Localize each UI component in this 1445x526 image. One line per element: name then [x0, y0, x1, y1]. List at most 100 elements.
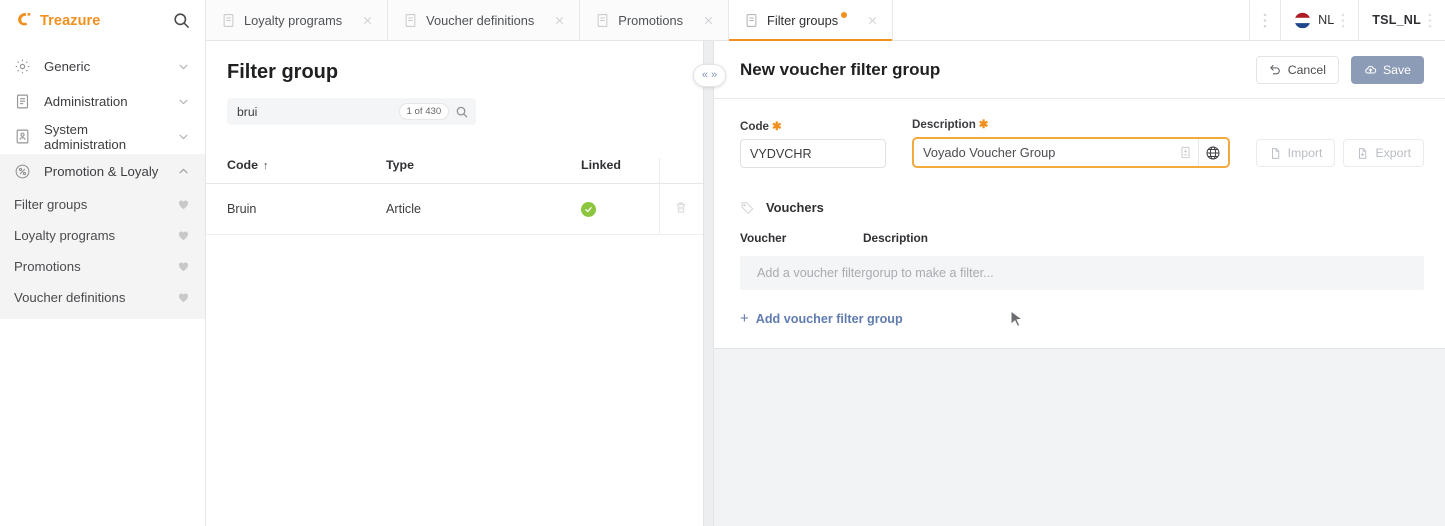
heart-icon[interactable] — [177, 229, 190, 242]
import-button[interactable]: Import — [1255, 139, 1336, 167]
kebab-icon[interactable] — [1341, 13, 1345, 28]
sidebar-nav: Generic Administration System administra… — [0, 49, 205, 319]
document-list-icon — [16, 94, 29, 109]
vouchers-section: Vouchers Voucher Description Add a vouch… — [714, 190, 1445, 348]
code-input[interactable] — [750, 146, 876, 161]
sort-asc-icon: ↑ — [262, 160, 269, 172]
sidebar-item-label: Promotions — [14, 259, 81, 274]
save-button[interactable]: Save — [1350, 55, 1424, 84]
description-text-part[interactable] — [914, 139, 1199, 166]
add-voucher-filter-group-button[interactable]: + Add voucher filter group — [740, 311, 903, 326]
tab-label: Filter groups — [767, 12, 839, 28]
sidebar-item-label: Promotion & Loyaly — [44, 164, 159, 179]
sidebar-item-promotions[interactable]: Promotions — [0, 251, 205, 282]
close-icon[interactable] — [866, 14, 879, 27]
table-header: Code ↑ Type Linked — [206, 158, 703, 184]
tab-label: Loyalty programs — [244, 12, 343, 28]
cancel-label: Cancel — [1287, 62, 1326, 77]
description-input-wrapper[interactable] — [912, 137, 1230, 168]
sidebar-item-label: Voucher definitions — [14, 290, 126, 305]
column-label: Linked — [581, 158, 621, 172]
translation-icon[interactable] — [1180, 146, 1191, 159]
form-title: New voucher filter group — [740, 59, 941, 79]
cancel-button[interactable]: Cancel — [1255, 55, 1339, 84]
search-icon[interactable] — [172, 11, 191, 30]
sidebar-item-promotion-loyaly[interactable]: Promotion & Loyaly — [0, 154, 205, 189]
kebab-icon — [1263, 13, 1267, 27]
sidebar-item-voucher-definitions[interactable]: Voucher definitions — [0, 282, 205, 313]
nl-flag-icon — [1294, 12, 1311, 28]
chevron-down-icon — [179, 99, 188, 105]
gear-icon — [15, 59, 30, 74]
brand-row: Treazure — [0, 0, 205, 41]
description-field-group: Description ✱ — [912, 117, 1230, 168]
locale-selector[interactable]: NL — [1281, 0, 1360, 40]
sidebar-item-label: Generic — [44, 59, 91, 74]
vouchers-empty-state: Add a voucher filtergorup to make a filt… — [740, 256, 1424, 290]
cell-code: Bruin — [206, 183, 386, 235]
import-export-buttons: Import Export — [1255, 139, 1424, 168]
plus-icon: + — [740, 310, 749, 327]
pane-splitter[interactable]: « » — [693, 41, 726, 526]
kebab-icon[interactable] — [1428, 13, 1432, 28]
tab-overflow-menu[interactable] — [1250, 0, 1282, 40]
sidebar-item-generic[interactable]: Generic — [0, 49, 205, 84]
code-input-wrapper[interactable] — [740, 139, 886, 168]
required-marker: ✱ — [978, 118, 989, 131]
sidebar-item-filter-groups[interactable]: Filter groups — [0, 189, 205, 220]
vouchers-title: Vouchers — [766, 200, 824, 215]
form-fields: Code✱ Description✱ — [714, 99, 1445, 190]
tab-label: Promotions — [618, 12, 684, 28]
heart-icon[interactable] — [177, 291, 190, 304]
table-row[interactable]: Bruin Article — [206, 183, 703, 235]
column-header-code[interactable]: Code ↑ — [206, 158, 386, 184]
tab-promotions[interactable]: Promotions — [580, 0, 730, 40]
required-marker: ✱ — [771, 120, 782, 133]
tab-filter-groups[interactable]: Filter groups — [729, 0, 894, 41]
translate-globe-button[interactable] — [1198, 139, 1228, 166]
tab-voucher-definitions[interactable]: Voucher definitions — [388, 0, 581, 40]
cell-linked — [581, 183, 659, 235]
close-icon[interactable] — [553, 14, 566, 27]
page-icon — [405, 13, 416, 27]
heart-icon[interactable] — [177, 260, 190, 273]
vouchers-table-header: Voucher Description — [740, 231, 1424, 256]
percent-circle-icon — [15, 164, 30, 179]
export-button[interactable]: Export — [1343, 139, 1424, 167]
cloud-upload-icon — [1365, 65, 1377, 74]
page-icon — [597, 13, 608, 27]
sidebar-subitems: Filter groups Loyalty programs Promotion… — [0, 189, 205, 319]
chevron-double-left-icon[interactable]: « — [702, 70, 708, 81]
linked-check-icon — [581, 201, 596, 217]
close-icon[interactable] — [361, 14, 374, 27]
search-box[interactable]: 1 of 430 — [227, 98, 476, 125]
trash-icon[interactable] — [674, 200, 688, 215]
column-header-linked[interactable]: Linked — [581, 158, 659, 184]
brand[interactable]: Treazure — [14, 11, 100, 30]
filter-group-table: Code ↑ Type Linked Bruin Article — [206, 158, 703, 235]
code-label-text: Code — [740, 120, 769, 133]
user-menu[interactable]: TSL_NL — [1359, 0, 1445, 40]
splitter-toggle[interactable]: « » — [693, 64, 726, 87]
tag-icon — [741, 202, 754, 215]
close-icon[interactable] — [702, 14, 715, 27]
search-input[interactable] — [237, 104, 393, 119]
description-input[interactable] — [923, 145, 1174, 160]
column-header-type[interactable]: Type — [386, 158, 581, 184]
treazure-logo-icon — [18, 12, 31, 26]
undo-icon — [1269, 64, 1280, 75]
chevron-double-right-icon[interactable]: » — [711, 70, 717, 81]
tab-loyalty-programs[interactable]: Loyalty programs — [206, 0, 389, 40]
sidebar-item-system-administration[interactable]: System administration — [0, 119, 205, 154]
sidebar-item-administration[interactable]: Administration — [0, 84, 205, 119]
column-label: Type — [386, 158, 414, 172]
heart-icon[interactable] — [177, 198, 190, 211]
search-icon[interactable] — [455, 105, 469, 119]
sidebar-item-loyalty-programs[interactable]: Loyalty programs — [0, 220, 205, 251]
table-body: Bruin Article — [206, 183, 703, 235]
document-user-icon — [16, 129, 29, 144]
description-label: Description ✱ — [912, 117, 1230, 131]
chevron-down-icon — [179, 64, 188, 70]
export-label: Export — [1375, 146, 1411, 160]
fields-row: Code✱ Description✱ — [740, 117, 1424, 168]
